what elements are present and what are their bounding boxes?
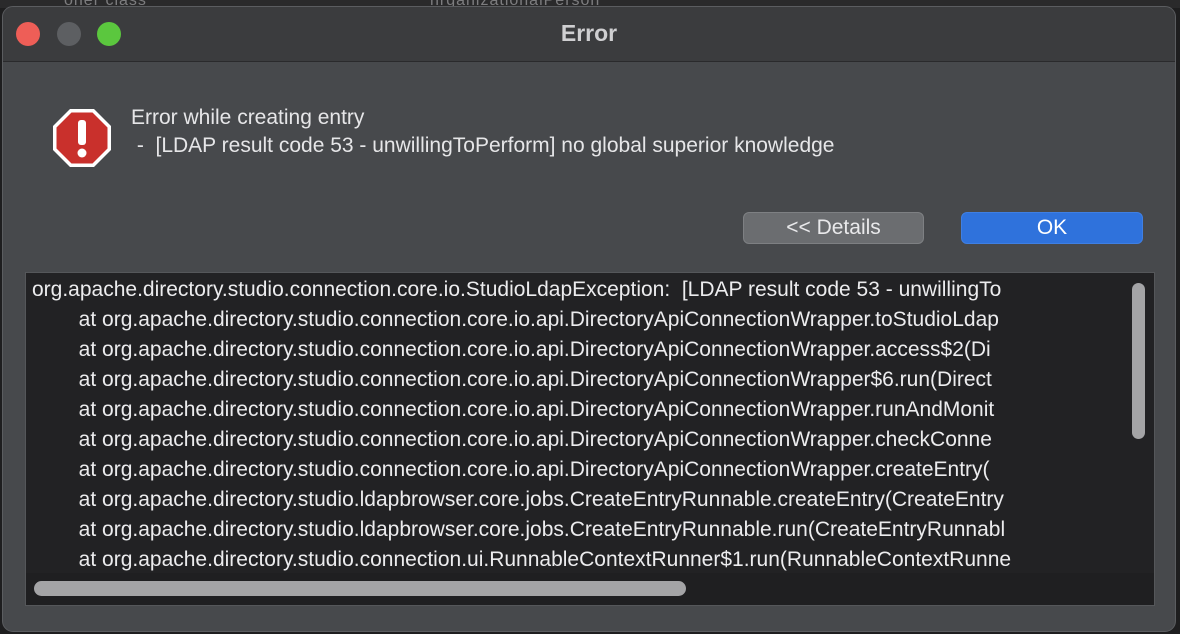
stack-trace-line: org.apache.directory.studio.connection.c… [32, 278, 1002, 301]
dialog-title: Error [560, 20, 618, 46]
vertical-scrollbar[interactable] [1124, 273, 1154, 573]
stack-trace-line: at org.apache.directory.studio.ldapbrows… [32, 518, 1006, 541]
stack-trace-panel[interactable]: org.apache.directory.studio.connection.c… [25, 272, 1155, 606]
ok-button[interactable]: OK [961, 212, 1143, 244]
stop-sign-exclamation-icon [53, 109, 111, 167]
stack-trace-line: at org.apache.directory.studio.connectio… [32, 338, 991, 361]
stack-trace-text: org.apache.directory.studio.connection.c… [26, 273, 1121, 573]
horizontal-scroll-thumb[interactable] [34, 581, 686, 596]
stack-trace-line: at org.apache.directory.studio.connectio… [32, 398, 995, 421]
stack-trace-line: at org.apache.directory.studio.connectio… [32, 368, 992, 391]
stack-trace-line: at org.apache.directory.studio.connectio… [32, 548, 1012, 571]
details-button[interactable]: << Details [743, 212, 924, 244]
stack-trace-line: at org.apache.directory.studio.connectio… [32, 428, 992, 451]
error-message-title: Error while creating entry [131, 106, 365, 129]
stack-trace-line: at org.apache.directory.studio.connectio… [32, 308, 999, 331]
horizontal-scrollbar[interactable] [26, 573, 1154, 605]
title-bar: Error [3, 7, 1175, 62]
stack-trace-line: at org.apache.directory.studio.connectio… [32, 458, 990, 481]
error-message-detail: - [LDAP result code 53 - unwillingToPerf… [131, 134, 835, 157]
vertical-scroll-thumb[interactable] [1132, 283, 1145, 439]
error-dialog: Error Error while creating entry - [LDAP… [2, 6, 1176, 632]
stack-trace-line: at org.apache.directory.studio.ldapbrows… [32, 488, 1004, 511]
